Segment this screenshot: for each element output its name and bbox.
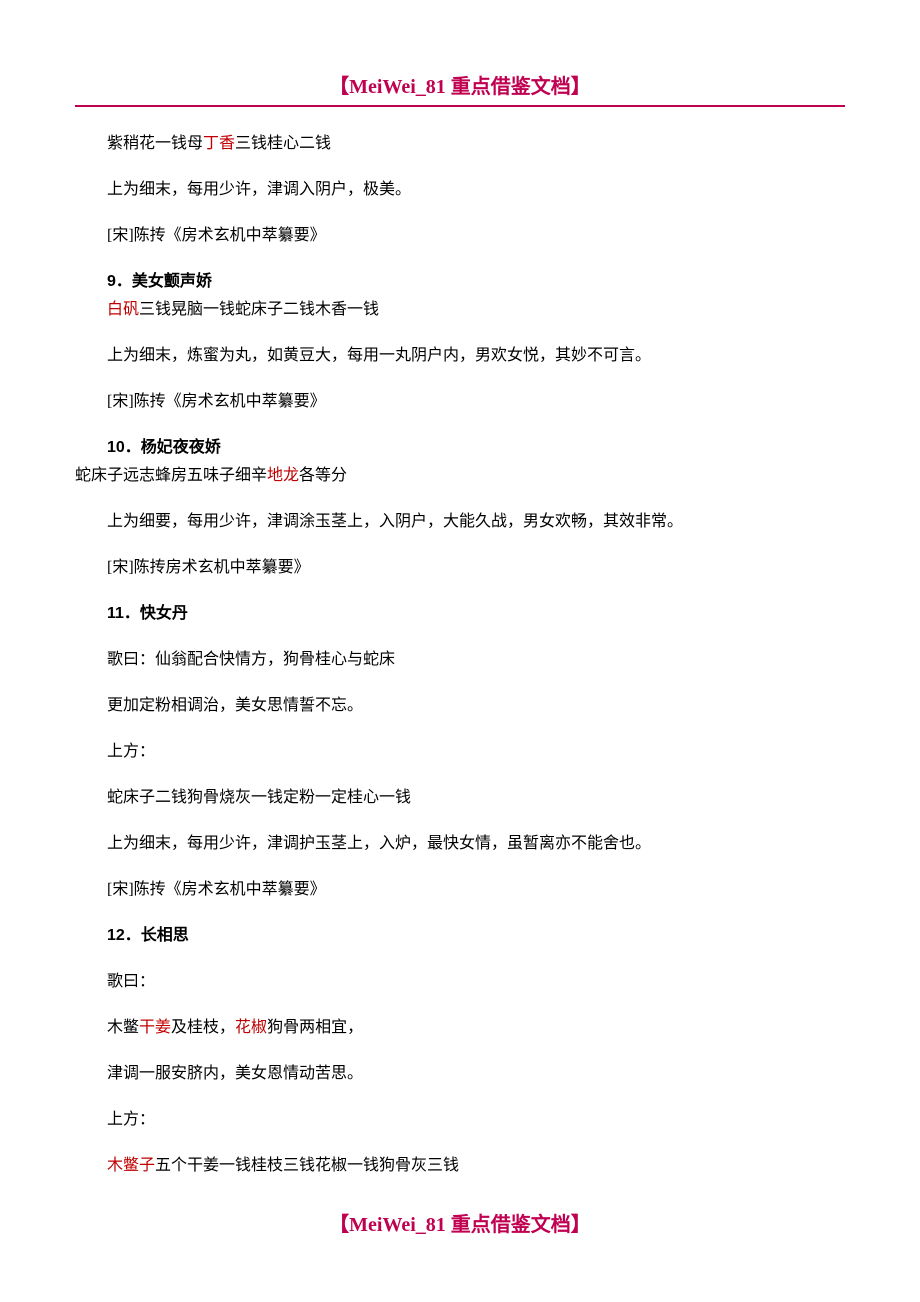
text: 及桂枝， (171, 1019, 235, 1036)
paragraph: 上为细末，炼蜜为丸，如黄豆大，每用一丸阴户内，男欢女悦，其妙不可言。 (75, 344, 845, 368)
highlighted-text: 丁香 (203, 135, 235, 152)
text: 蛇床子远志蜂房五味子细辛 (75, 467, 267, 484)
paragraph: 上为细要，每用少许，津调涂玉茎上，入阴户，大能久战，男女欢畅，其效非常。 (75, 510, 845, 534)
paragraph: [宋]陈抟《房术玄机中萃纂要》 (75, 878, 845, 902)
paragraph: 蛇床子远志蜂房五味子细辛地龙各等分 (75, 464, 845, 488)
paragraph: [宋]陈抟《房术玄机中萃纂要》 (75, 224, 845, 248)
section-heading-12: 12．长相思 (75, 924, 845, 948)
section-heading-11: 11．快女丹 (75, 602, 845, 626)
page-footer: 【MeiWei_81 重点借鉴文档】 (75, 1208, 845, 1237)
paragraph: 更加定粉相调治，美女思情誓不忘。 (75, 694, 845, 718)
section-heading-10: 10．杨妃夜夜娇 (75, 436, 845, 460)
paragraph: 上为细末，每用少许，津调入阴户，极美。 (75, 178, 845, 202)
document-page: 【MeiWei_81 重点借鉴文档】 紫稍花一钱母丁香三钱桂心二钱 上为细末，每… (0, 0, 920, 1277)
text: 三钱桂心二钱 (235, 135, 331, 152)
page-header: 【MeiWei_81 重点借鉴文档】 (75, 70, 845, 107)
paragraph: [宋]陈抟《房术玄机中萃纂要》 (75, 390, 845, 414)
text: 狗骨两相宜， (267, 1019, 363, 1036)
paragraph: 上方： (75, 1108, 845, 1132)
paragraph: 津调一服安脐内，美女恩情动苦思。 (75, 1062, 845, 1086)
paragraph: 白矾三钱晃脑一钱蛇床子二钱木香一钱 (75, 298, 845, 322)
paragraph: 上为细末，每用少许，津调护玉茎上，入炉，最快女情，虽暂离亦不能舍也。 (75, 832, 845, 856)
paragraph: 歌曰： (75, 970, 845, 994)
highlighted-text: 地龙 (267, 467, 299, 484)
paragraph: 木鳖干姜及桂枝，花椒狗骨两相宜， (75, 1016, 845, 1040)
paragraph: 紫稍花一钱母丁香三钱桂心二钱 (75, 132, 845, 156)
paragraph: [宋]陈抟房术玄机中萃纂要》 (75, 556, 845, 580)
paragraph: 木鳖子五个干姜一钱桂枝三钱花椒一钱狗骨灰三钱 (75, 1154, 845, 1178)
section-heading-9: 9．美女颤声娇 (75, 270, 845, 294)
highlighted-text: 干姜 (139, 1019, 171, 1036)
paragraph: 歌曰：仙翁配合快情方，狗骨桂心与蛇床 (75, 648, 845, 672)
text: 五个干姜一钱桂枝三钱花椒一钱狗骨灰三钱 (155, 1157, 459, 1174)
text: 三钱晃脑一钱蛇床子二钱木香一钱 (139, 301, 379, 318)
document-content: 紫稍花一钱母丁香三钱桂心二钱 上为细末，每用少许，津调入阴户，极美。 [宋]陈抟… (75, 132, 845, 1178)
highlighted-text: 花椒 (235, 1019, 267, 1036)
text: 紫稍花一钱母 (107, 135, 203, 152)
paragraph: 上方： (75, 740, 845, 764)
paragraph: 蛇床子二钱狗骨烧灰一钱定粉一定桂心一钱 (75, 786, 845, 810)
highlighted-text: 白矾 (107, 301, 139, 318)
text: 各等分 (299, 467, 347, 484)
highlighted-text: 木鳖子 (107, 1157, 155, 1174)
text: 木鳖 (107, 1019, 139, 1036)
